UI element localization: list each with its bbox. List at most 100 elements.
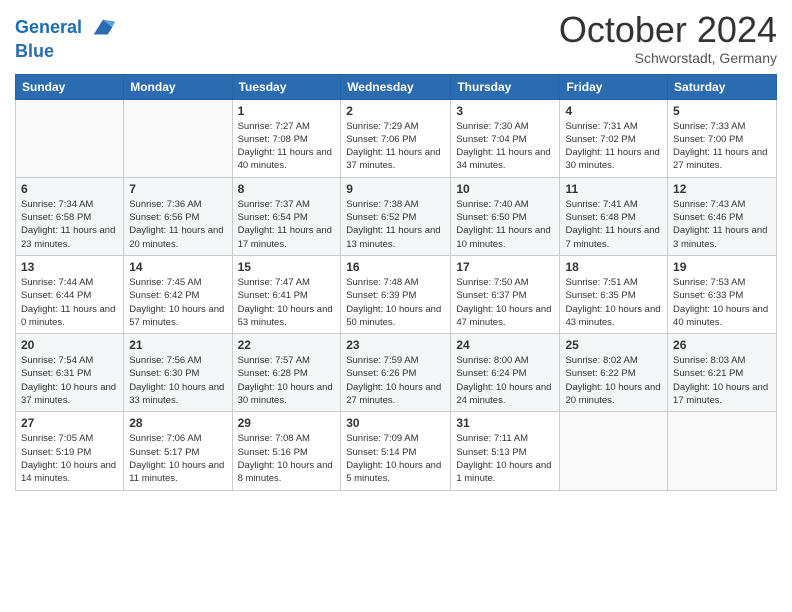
daylight-text: Daylight: 11 hours and 13 minutes. xyxy=(346,224,445,251)
day-number: 11 xyxy=(565,182,662,196)
day-cell: 23Sunrise: 7:59 AMSunset: 6:26 PMDayligh… xyxy=(341,334,451,412)
day-cell xyxy=(668,412,777,490)
sunrise-text: Sunrise: 7:47 AM xyxy=(238,276,336,289)
sunset-text: Sunset: 6:41 PM xyxy=(238,289,336,302)
sunrise-text: Sunrise: 7:50 AM xyxy=(456,276,554,289)
daylight-text: Daylight: 10 hours and 30 minutes. xyxy=(238,381,336,408)
sunrise-text: Sunrise: 7:06 AM xyxy=(129,432,226,445)
logo-general: General xyxy=(15,17,82,37)
day-number: 27 xyxy=(21,416,118,430)
day-cell: 28Sunrise: 7:06 AMSunset: 5:17 PMDayligh… xyxy=(124,412,232,490)
col-header-tuesday: Tuesday xyxy=(232,74,341,99)
day-info: Sunrise: 7:34 AMSunset: 6:58 PMDaylight:… xyxy=(21,198,118,251)
col-header-sunday: Sunday xyxy=(16,74,124,99)
day-cell: 14Sunrise: 7:45 AMSunset: 6:42 PMDayligh… xyxy=(124,255,232,333)
day-number: 10 xyxy=(456,182,554,196)
day-number: 19 xyxy=(673,260,771,274)
sunset-text: Sunset: 6:35 PM xyxy=(565,289,662,302)
day-number: 3 xyxy=(456,104,554,118)
daylight-text: Daylight: 10 hours and 27 minutes. xyxy=(346,381,445,408)
daylight-text: Daylight: 10 hours and 37 minutes. xyxy=(21,381,118,408)
day-cell: 12 Sunrise: 7:43 AMSunset: 6:46 PMDayligh… xyxy=(668,177,777,255)
day-cell: 17Sunrise: 7:50 AMSunset: 6:37 PMDayligh… xyxy=(451,255,560,333)
header-row: SundayMondayTuesdayWednesdayThursdayFrid… xyxy=(16,74,777,99)
sunrise-text: Sunrise: 7:40 AM xyxy=(456,198,554,211)
sunset-text: Sunset: 7:08 PM xyxy=(238,133,336,146)
logo-blue: Blue xyxy=(15,42,117,62)
day-cell xyxy=(560,412,668,490)
sunrise-text: Sunrise: 7:05 AM xyxy=(21,432,118,445)
day-info: Sunrise: 8:00 AMSunset: 6:24 PMDaylight:… xyxy=(456,354,554,407)
day-cell: 16Sunrise: 7:48 AMSunset: 6:39 PMDayligh… xyxy=(341,255,451,333)
daylight-text: Daylight: 11 hours and 37 minutes. xyxy=(346,146,445,173)
daylight-text: Daylight: 11 hours and 23 minutes. xyxy=(21,224,118,251)
day-cell: 4 Sunrise: 7:31 AMSunset: 7:02 PMDaylight… xyxy=(560,99,668,177)
sunset-text: Sunset: 5:16 PM xyxy=(238,446,336,459)
daylight-text: Daylight: 11 hours and 34 minutes. xyxy=(456,146,554,173)
sunset-text: Sunset: 6:22 PM xyxy=(565,367,662,380)
week-row-3: 13Sunrise: 7:44 AMSunset: 6:44 PMDayligh… xyxy=(16,255,777,333)
sunset-text: Sunset: 6:50 PM xyxy=(456,211,554,224)
sunset-text: Sunset: 6:39 PM xyxy=(346,289,445,302)
day-number: 5 xyxy=(673,104,771,118)
sunset-text: Sunset: 6:37 PM xyxy=(456,289,554,302)
day-info: Sunrise: 7:56 AMSunset: 6:30 PMDaylight:… xyxy=(129,354,226,407)
sunset-text: Sunset: 6:26 PM xyxy=(346,367,445,380)
day-number: 14 xyxy=(129,260,226,274)
day-number: 29 xyxy=(238,416,336,430)
sunset-text: Sunset: 6:30 PM xyxy=(129,367,226,380)
month-title: October 2024 xyxy=(559,10,777,50)
logo: General Blue xyxy=(15,14,117,62)
day-cell: 21Sunrise: 7:56 AMSunset: 6:30 PMDayligh… xyxy=(124,334,232,412)
day-cell: 24Sunrise: 8:00 AMSunset: 6:24 PMDayligh… xyxy=(451,334,560,412)
daylight-text: Daylight: 10 hours and 24 minutes. xyxy=(456,381,554,408)
daylight-text: Daylight: 10 hours and 40 minutes. xyxy=(673,303,771,330)
sunrise-text: Sunrise: 7:44 AM xyxy=(21,276,118,289)
day-info: Sunrise: 7:31 AMSunset: 7:02 PMDaylight:… xyxy=(565,120,662,173)
daylight-text: Daylight: 10 hours and 57 minutes. xyxy=(129,303,226,330)
sunset-text: Sunset: 7:02 PM xyxy=(565,133,662,146)
day-cell: 27Sunrise: 7:05 AMSunset: 5:19 PMDayligh… xyxy=(16,412,124,490)
sunset-text: Sunset: 6:31 PM xyxy=(21,367,118,380)
sunrise-text: Sunrise: 8:00 AM xyxy=(456,354,554,367)
day-cell xyxy=(16,99,124,177)
day-cell: 8Sunrise: 7:37 AMSunset: 6:54 PMDaylight… xyxy=(232,177,341,255)
sunset-text: Sunset: 6:44 PM xyxy=(21,289,118,302)
day-info: Sunrise: 7:43 AMSunset: 6:46 PMDaylight:… xyxy=(673,198,771,251)
day-info: Sunrise: 7:11 AMSunset: 5:13 PMDaylight:… xyxy=(456,432,554,485)
sunrise-text: Sunrise: 7:54 AM xyxy=(21,354,118,367)
sunrise-text: Sunrise: 7:51 AM xyxy=(565,276,662,289)
sunrise-text: Sunrise: 7:33 AM xyxy=(673,120,771,133)
daylight-text: Daylight: 11 hours and 17 minutes. xyxy=(238,224,336,251)
day-info: Sunrise: 7:44 AMSunset: 6:44 PMDaylight:… xyxy=(21,276,118,329)
col-header-wednesday: Wednesday xyxy=(341,74,451,99)
sunset-text: Sunset: 5:13 PM xyxy=(456,446,554,459)
day-cell: 13 Sunrise: 7:44 AMSunset: 6:44 PMDayligh… xyxy=(16,255,124,333)
day-number: 12 xyxy=(673,182,771,196)
day-number: 23 xyxy=(346,338,445,352)
day-info: Sunrise: 7:36 AMSunset: 6:56 PMDaylight:… xyxy=(129,198,226,251)
sunrise-text: Sunrise: 7:29 AM xyxy=(346,120,445,133)
sunrise-text: Sunrise: 7:11 AM xyxy=(456,432,554,445)
daylight-text: Daylight: 10 hours and 43 minutes. xyxy=(565,303,662,330)
sunrise-text: Sunrise: 8:03 AM xyxy=(673,354,771,367)
day-cell: 5Sunrise: 7:33 AMSunset: 7:00 PMDaylight… xyxy=(668,99,777,177)
daylight-text: Daylight: 11 hours and 40 minutes. xyxy=(238,146,336,173)
day-info: Sunrise: 7:29 AMSunset: 7:06 PMDaylight:… xyxy=(346,120,445,173)
day-info: Sunrise: 7:38 AMSunset: 6:52 PMDaylight:… xyxy=(346,198,445,251)
daylight-text: Daylight: 10 hours and 17 minutes. xyxy=(673,381,771,408)
daylight-text: Daylight: 10 hours and 33 minutes. xyxy=(129,381,226,408)
sunrise-text: Sunrise: 7:48 AM xyxy=(346,276,445,289)
sunset-text: Sunset: 6:21 PM xyxy=(673,367,771,380)
daylight-text: Daylight: 10 hours and 53 minutes. xyxy=(238,303,336,330)
day-info: Sunrise: 7:51 AMSunset: 6:35 PMDaylight:… xyxy=(565,276,662,329)
day-number: 4 xyxy=(565,104,662,118)
day-number: 13 xyxy=(21,260,118,274)
day-number: 7 xyxy=(129,182,226,196)
sunset-text: Sunset: 6:52 PM xyxy=(346,211,445,224)
sunset-text: Sunset: 7:04 PM xyxy=(456,133,554,146)
logo-text: General xyxy=(15,14,117,42)
day-info: Sunrise: 7:57 AMSunset: 6:28 PMDaylight:… xyxy=(238,354,336,407)
day-info: Sunrise: 7:50 AMSunset: 6:37 PMDaylight:… xyxy=(456,276,554,329)
sunrise-text: Sunrise: 7:08 AM xyxy=(238,432,336,445)
